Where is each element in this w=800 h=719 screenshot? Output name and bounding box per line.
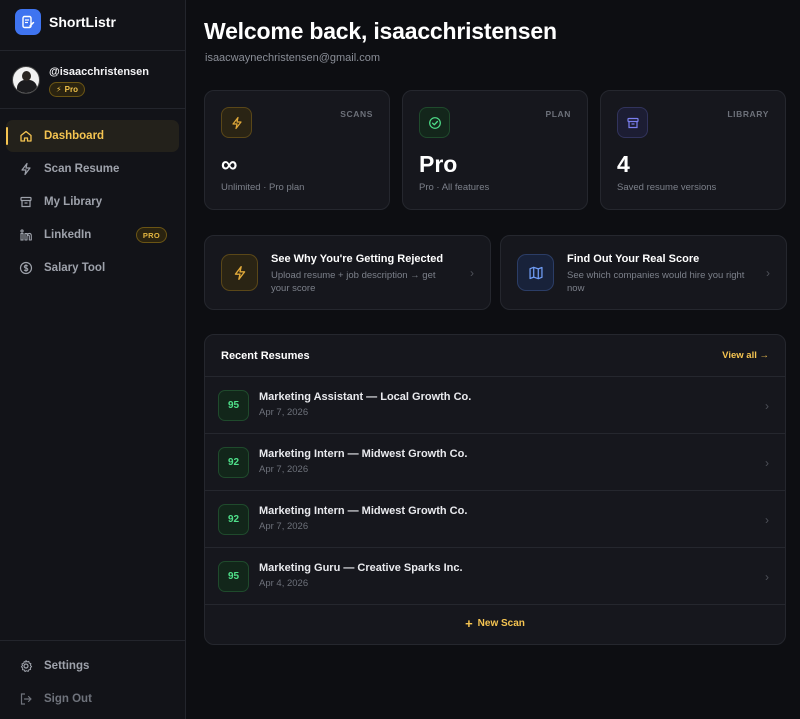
user-profile[interactable]: @isaacchristensen ⚡ Pro bbox=[12, 66, 149, 97]
stat-card-plan: PLAN Pro Pro · All features bbox=[402, 90, 588, 210]
sidebar-item-salary-tool[interactable]: Salary Tool bbox=[6, 252, 179, 284]
plan-badge: ⚡ Pro bbox=[49, 82, 85, 97]
stat-value: ∞ bbox=[221, 151, 238, 177]
bolt-icon bbox=[18, 161, 34, 177]
home-icon bbox=[18, 128, 34, 144]
app-logo-icon bbox=[15, 9, 41, 35]
panel-header: Recent Resumes View all → bbox=[205, 335, 785, 377]
sidebar-item-label: Salary Tool bbox=[44, 262, 106, 274]
resume-title: Marketing Assistant — Local Growth Co. bbox=[259, 391, 472, 403]
sidebar-item-scan-resume[interactable]: Scan Resume bbox=[6, 153, 179, 185]
sidebar-item-label: Scan Resume bbox=[44, 163, 120, 175]
bolt-icon: ⚡ bbox=[56, 85, 62, 94]
sidebar-item-linkedin[interactable]: LinkedIn PRO bbox=[6, 219, 179, 251]
action-card-rejected[interactable]: See Why You're Getting Rejected Upload r… bbox=[204, 235, 491, 310]
check-circle-icon bbox=[419, 107, 450, 138]
sidebar-item-dashboard[interactable]: Dashboard bbox=[6, 120, 179, 152]
action-title: See Why You're Getting Rejected bbox=[271, 253, 444, 265]
bolt-icon bbox=[221, 254, 258, 291]
list-item[interactable]: 95 Marketing Guru — Creative Sparks Inc.… bbox=[205, 548, 785, 605]
action-card-real-score[interactable]: Find Out Your Real Score See which compa… bbox=[500, 235, 787, 310]
panel-title: Recent Resumes bbox=[221, 350, 310, 362]
divider bbox=[0, 108, 185, 109]
view-all-link[interactable]: View all → bbox=[722, 350, 769, 361]
stat-label: PLAN bbox=[545, 109, 571, 119]
chevron-right-icon: › bbox=[470, 266, 474, 280]
dollar-icon bbox=[18, 260, 34, 276]
sidebar-item-sign-out[interactable]: Sign Out bbox=[6, 683, 179, 715]
stat-sub: Saved resume versions bbox=[617, 182, 717, 193]
sidebar: ShortListr @isaacchristensen ⚡ Pro Dashbo… bbox=[0, 0, 186, 719]
stat-card-library: LIBRARY 4 Saved resume versions bbox=[600, 90, 786, 210]
main-content: Welcome back, isaacchristensen isaacwayn… bbox=[186, 0, 800, 719]
sidebar-bottom-nav: Settings Sign Out bbox=[6, 650, 179, 716]
resume-title: Marketing Guru — Creative Sparks Inc. bbox=[259, 562, 463, 574]
list-item[interactable]: 92 Marketing Intern — Midwest Growth Co.… bbox=[205, 491, 785, 548]
avatar bbox=[12, 66, 40, 94]
new-scan-label: New Scan bbox=[477, 617, 525, 629]
recent-resumes-panel: Recent Resumes View all → 95 Marketing A… bbox=[204, 334, 786, 645]
new-scan-button[interactable]: + New Scan bbox=[205, 602, 785, 644]
stat-sub: Pro · All features bbox=[419, 182, 490, 193]
pro-badge: PRO bbox=[135, 227, 167, 243]
stat-card-scans: SCANS ∞ Unlimited · Pro plan bbox=[204, 90, 390, 210]
brand[interactable]: ShortListr bbox=[15, 9, 116, 35]
app-name: ShortListr bbox=[49, 14, 116, 30]
stat-label: LIBRARY bbox=[727, 109, 769, 119]
resume-date: Apr 7, 2026 bbox=[259, 521, 309, 532]
bolt-icon bbox=[221, 107, 252, 138]
list-item[interactable]: 92 Marketing Intern — Midwest Growth Co.… bbox=[205, 434, 785, 491]
action-title: Find Out Your Real Score bbox=[567, 253, 700, 265]
linkedin-icon bbox=[18, 227, 34, 243]
divider bbox=[0, 640, 185, 641]
page-title: Welcome back, isaacchristensen bbox=[204, 18, 557, 44]
sidebar-item-label: Sign Out bbox=[44, 693, 92, 705]
chevron-right-icon: › bbox=[765, 456, 769, 470]
sidebar-item-label: Dashboard bbox=[44, 130, 105, 142]
sidebar-item-label: My Library bbox=[44, 196, 103, 208]
stat-value: 4 bbox=[617, 151, 630, 177]
resume-title: Marketing Intern — Midwest Growth Co. bbox=[259, 505, 468, 517]
chevron-right-icon: › bbox=[765, 399, 769, 413]
divider bbox=[0, 50, 185, 51]
list-item[interactable]: 95 Marketing Assistant — Local Growth Co… bbox=[205, 377, 785, 434]
resume-title: Marketing Intern — Midwest Growth Co. bbox=[259, 448, 468, 460]
username: @isaacchristensen bbox=[49, 66, 149, 78]
chevron-right-icon: › bbox=[765, 513, 769, 527]
map-icon bbox=[517, 254, 554, 291]
chevron-right-icon: › bbox=[766, 266, 770, 280]
stat-value: Pro bbox=[419, 151, 458, 177]
sidebar-nav: Dashboard Scan Resume My Library LinkedI… bbox=[6, 120, 179, 285]
score-badge: 95 bbox=[218, 561, 249, 592]
resume-date: Apr 7, 2026 bbox=[259, 464, 309, 475]
score-badge: 92 bbox=[218, 504, 249, 535]
score-badge: 95 bbox=[218, 390, 249, 421]
sidebar-item-settings[interactable]: Settings bbox=[6, 650, 179, 682]
chevron-right-icon: › bbox=[765, 570, 769, 584]
sidebar-item-label: LinkedIn bbox=[44, 229, 92, 241]
action-subtitle: See which companies would hire you right… bbox=[567, 270, 745, 294]
sidebar-item-label: Settings bbox=[44, 660, 90, 672]
action-subtitle: Upload resume + job description → get yo… bbox=[271, 270, 436, 294]
gear-icon bbox=[18, 658, 34, 674]
archive-icon bbox=[18, 194, 34, 210]
score-badge: 92 bbox=[218, 447, 249, 478]
stat-sub: Unlimited · Pro plan bbox=[221, 182, 305, 193]
sign-out-icon bbox=[18, 691, 34, 707]
stat-label: SCANS bbox=[340, 109, 373, 119]
resume-date: Apr 7, 2026 bbox=[259, 407, 309, 418]
sidebar-item-my-library[interactable]: My Library bbox=[6, 186, 179, 218]
archive-icon bbox=[617, 107, 648, 138]
plus-icon: + bbox=[465, 615, 473, 631]
resume-date: Apr 4, 2026 bbox=[259, 578, 309, 589]
user-email: isaacwaynechristensen@gmail.com bbox=[205, 52, 381, 64]
